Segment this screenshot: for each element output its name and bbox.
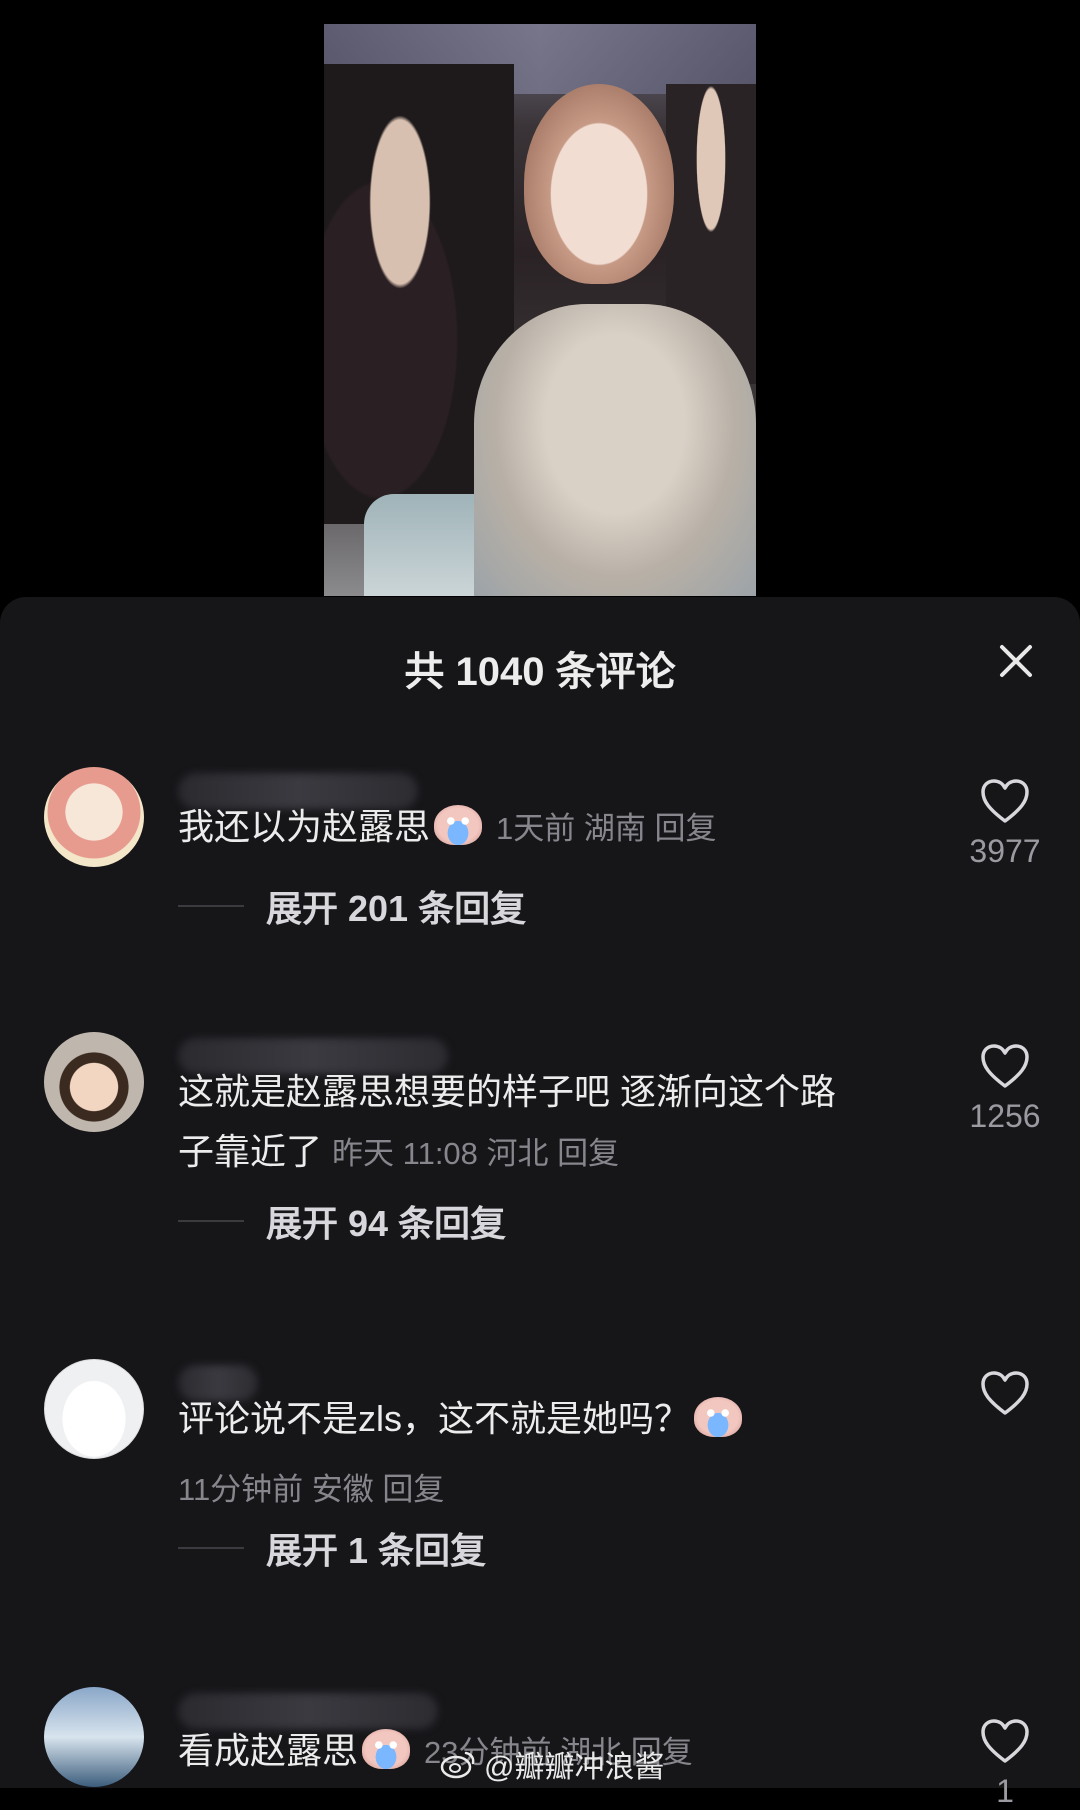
- close-icon[interactable]: [990, 635, 1042, 687]
- divider: [178, 1547, 244, 1549]
- subject-dress: [474, 304, 756, 596]
- comment-body: 子靠近了: [178, 1131, 323, 1172]
- expand-replies-label: 展开 201 条回复: [266, 888, 527, 929]
- like-button[interactable]: 1256: [960, 1042, 1050, 1135]
- comment-body: 我还以为赵露思: [178, 806, 431, 847]
- comment-text: 这就是赵露思想要的样子吧 逐渐向这个路 子靠近了 昨天 11:08 河北 回复: [178, 1062, 836, 1184]
- like-count: 1256: [969, 1098, 1041, 1134]
- expand-replies-button[interactable]: 展开 1 条回复: [178, 1522, 538, 1572]
- comment-meta[interactable]: 昨天 11:08 河北 回复: [332, 1136, 619, 1171]
- crying-emoji-icon: [434, 805, 483, 845]
- comment-body: 看成赵露思: [178, 1730, 359, 1771]
- like-count: 1: [996, 1773, 1014, 1809]
- heart-icon: [981, 779, 1029, 823]
- emoji-icon: [362, 1729, 411, 1769]
- sweat-emoji-icon: [694, 1397, 742, 1437]
- comment-count-title: 共 1040 条评论: [404, 650, 676, 694]
- like-button[interactable]: 3977: [960, 777, 1050, 870]
- comment-meta[interactable]: 11分钟前 安徽 回复: [178, 1464, 444, 1509]
- heart-icon: [981, 1371, 1029, 1415]
- avatar[interactable]: [44, 1359, 144, 1459]
- expand-replies-label: 展开 94 条回复: [266, 1203, 507, 1244]
- comment-text: 评论说不是zls，这不就是她吗？: [178, 1389, 746, 1449]
- like-count: 3977: [969, 833, 1041, 869]
- comment-text: 我还以为赵露思 1天前 湖南 回复: [178, 797, 717, 859]
- heart-icon: [981, 1044, 1029, 1088]
- weibo-logo-icon: [440, 1751, 475, 1779]
- heart-icon: [981, 1719, 1029, 1763]
- watermark-text: @瓣瓣冲浪酱: [484, 1751, 665, 1784]
- avatar[interactable]: [44, 1687, 144, 1787]
- expand-replies-button[interactable]: 展开 201 条回复: [178, 880, 598, 930]
- comment-sheet-header: 共 1040 条评论: [0, 597, 1080, 727]
- like-button[interactable]: 1: [960, 1717, 1050, 1810]
- watermark: @瓣瓣冲浪酱: [440, 1742, 664, 1786]
- comment-body-line1: 这就是赵露思想要的样子吧 逐渐向这个路: [178, 1071, 837, 1112]
- avatar[interactable]: [44, 767, 144, 867]
- comment-sheet: 共 1040 条评论 我还以为赵露思 1天前 湖南 回复 3977 展开 201…: [0, 597, 1080, 1809]
- comment-body: 评论说不是zls，这不就是她吗？: [178, 1398, 690, 1439]
- video-frame[interactable]: [324, 24, 756, 596]
- subject-face: [524, 84, 674, 284]
- expand-replies-label: 展开 1 条回复: [266, 1530, 487, 1571]
- expand-replies-button[interactable]: 展开 94 条回复: [178, 1195, 578, 1245]
- divider: [178, 1220, 244, 1222]
- avatar[interactable]: [44, 1032, 144, 1132]
- divider: [178, 905, 244, 907]
- comment-meta[interactable]: 1天前 湖南 回复: [496, 811, 716, 846]
- like-button[interactable]: [960, 1369, 1050, 1425]
- comment-body-line2: 子靠近了 昨天 11:08 河北 回复: [178, 1122, 836, 1184]
